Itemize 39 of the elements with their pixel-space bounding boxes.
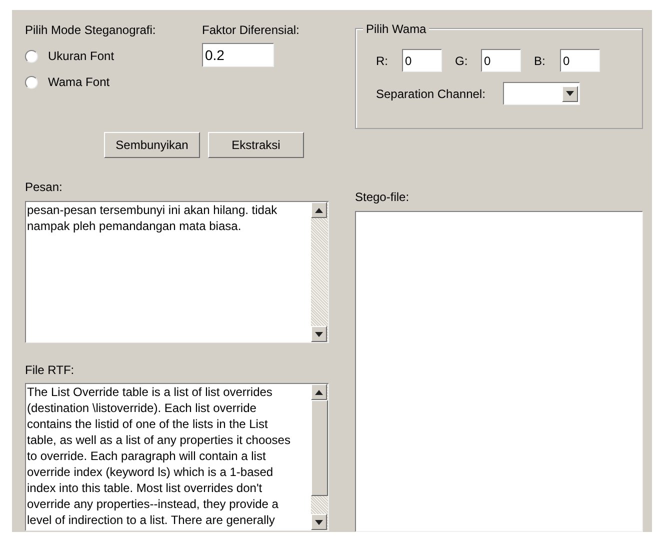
rtf-label: File RTF: [25, 362, 74, 379]
rtf-textarea[interactable] [25, 383, 329, 531]
message-textarea[interactable]: pesan-pesan tersembunyi ini akan hilang. tidak nampak pleh pemandangan mata biasa. [25, 201, 329, 343]
scroll-up-icon[interactable] [311, 384, 327, 400]
scroll-up-icon[interactable] [311, 202, 327, 218]
text-line: contains the listid of one of the lists in the List [27, 416, 268, 432]
text-line: level of indirection to a list. There are generally [27, 512, 275, 528]
text-line: to override. Each paragraph will contain a list [27, 448, 266, 464]
text-line: table, as well as a list of any properties it chooses [27, 432, 290, 448]
channel-field[interactable]: 0 [481, 49, 521, 72]
text-line: pesan-pesan tersembunyi ini akan hilang. tidak [27, 202, 278, 218]
dropdown-caret-icon[interactable] [562, 86, 578, 102]
factor-field[interactable]: 0.2 [202, 43, 274, 67]
text-line: override index (keyword ls) which is a 1-based [27, 464, 274, 480]
text-line: (destination \listoverride). Each list override [27, 400, 256, 416]
action-button[interactable]: Sembunyikan [104, 132, 200, 158]
message-label: Pesan: [25, 179, 62, 196]
text-line: index into this table. Most list overrides don't [27, 480, 262, 496]
scroll-down-icon[interactable] [311, 326, 327, 342]
channel-label: G: [455, 52, 469, 70]
radio-option[interactable]: Ukuran Font [25, 47, 114, 65]
scrollbar[interactable] [311, 384, 328, 530]
channel-field[interactable]: 0 [402, 49, 442, 72]
scroll-down-icon[interactable] [311, 514, 327, 530]
factor-label: Faktor Diferensial: [202, 22, 300, 39]
channel-label: R: [376, 52, 389, 70]
stego-label: Stego-file: [355, 189, 410, 206]
scrollbar[interactable] [311, 202, 328, 342]
radio-option[interactable]: Wama Font [25, 73, 110, 91]
mode-label: Pilih Mode Steganografi: [25, 22, 156, 39]
channel-label: B: [534, 52, 546, 70]
text-line: The List Override table is a list of list overrides [27, 384, 272, 400]
separation-dropdown[interactable] [503, 82, 580, 105]
separation-label: Separation Channel: [376, 86, 486, 102]
text-line: override any properties--instead, they provide a [27, 496, 278, 512]
action-button[interactable]: Ekstraksi [208, 132, 304, 158]
text-line: nampak pleh pemandangan mata biasa. [27, 218, 242, 234]
scroll-thumb[interactable] [311, 400, 328, 496]
channel-field[interactable]: 0 [560, 49, 600, 72]
